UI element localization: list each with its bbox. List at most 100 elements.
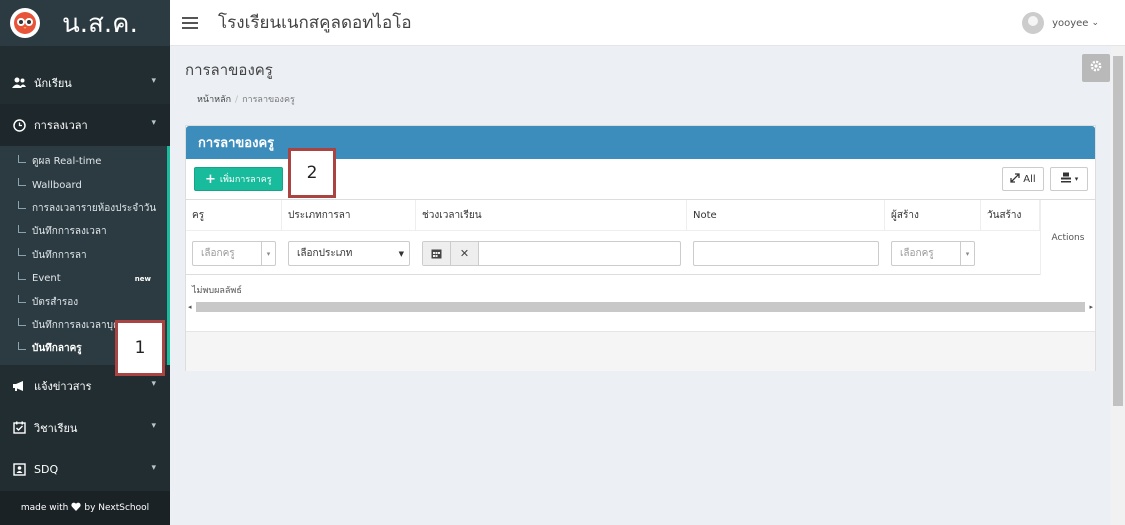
note-filter-input[interactable]: [693, 241, 879, 266]
chevron-down-icon: ▾: [151, 420, 156, 431]
sidebar-menu: นักเรียน ▾ การลงเวลา ▾ ดูผล Real-time Wa…: [0, 62, 170, 491]
subitem-label: บันทึกการลา: [32, 249, 87, 261]
clear-icon[interactable]: ✕: [451, 242, 479, 265]
table-footer: [186, 331, 1095, 371]
sidebar-item-subjects[interactable]: วิชาเรียน ▾: [0, 407, 170, 449]
clock-icon: [12, 118, 26, 132]
add-teacher-leave-button[interactable]: + เพิ่มการลาครู: [194, 167, 283, 191]
sidebar-item-label: แจ้งข่าวสาร: [34, 379, 92, 393]
brand[interactable]: น.ส.ค.: [0, 0, 170, 46]
chevron-down-icon: ▾: [151, 118, 156, 128]
footer-made-with: made with: [20, 503, 69, 513]
column-leave-type[interactable]: ประเภทการลา: [282, 200, 416, 231]
caret-down-icon: ▼: [398, 249, 404, 258]
top-header: โรงเรียนเนกสคูลดอทไอโอ yooyee ⌄: [170, 0, 1125, 46]
creator-filter-placeholder: เลือกครู: [900, 248, 934, 259]
subitem-label: ดูผล Real-time: [32, 156, 102, 168]
scroll-left-icon[interactable]: ◂: [188, 303, 192, 311]
subitem-label: Event: [32, 273, 61, 285]
leave-type-selected: เลือกประเภท: [297, 248, 353, 259]
subitem-leave-log[interactable]: บันทึกการลา: [0, 244, 167, 267]
owl-logo-icon: [10, 8, 40, 38]
page-scroll-thumb[interactable]: [1113, 56, 1123, 406]
sidebar-item-sdq[interactable]: SDQ ▾: [0, 449, 170, 491]
sidebar-footer: made with by NextSchool: [0, 491, 170, 525]
table-horizontal-scrollbar[interactable]: ◂ ▸: [188, 301, 1093, 313]
breadcrumb-separator: /: [235, 95, 239, 105]
tree-branch-icon: [18, 201, 26, 210]
subitem-label: บัตรสำรอง: [32, 296, 79, 308]
table-filter-row: เลือกครู ▾ เลือกประเภท ▼ ✕ เลือกครู ▾: [186, 231, 1095, 275]
date-range-input[interactable]: [479, 242, 680, 265]
subitem-label: บันทึกลาครู: [32, 343, 82, 355]
chevron-down-icon: ▾: [151, 76, 156, 86]
subitem-daily-room[interactable]: การลงเวลารายห้องประจำวัน: [0, 197, 167, 220]
expand-all-button[interactable]: All: [1002, 167, 1044, 191]
settings-button[interactable]: [1082, 54, 1110, 82]
subitem-realtime[interactable]: ดูผล Real-time: [0, 150, 167, 173]
breadcrumb-home[interactable]: หน้าหลัก: [197, 95, 231, 105]
calendar-check-icon: [12, 421, 26, 435]
tree-branch-icon: [18, 318, 26, 327]
caret-down-icon: ▾: [261, 242, 275, 265]
tree-branch-icon: [18, 341, 26, 350]
export-icon: [1060, 172, 1072, 186]
annotation-marker-1: 1: [115, 320, 165, 376]
tree-branch-icon: [18, 271, 26, 280]
sidebar-item-label: นักเรียน: [34, 77, 72, 90]
page-vertical-scrollbar[interactable]: [1111, 46, 1125, 525]
calendar-icon[interactable]: [423, 242, 451, 265]
teacher-filter-placeholder: เลือกครู: [201, 248, 235, 259]
subitem-label: Wallboard: [32, 179, 82, 191]
sidebar-item-label: SDQ: [34, 463, 59, 477]
user-menu[interactable]: yooyee ⌄: [1022, 12, 1099, 34]
column-note[interactable]: Note: [687, 200, 885, 231]
export-button[interactable]: ▾: [1050, 167, 1088, 191]
caret-down-icon: ▾: [960, 242, 974, 265]
username: yooyee: [1052, 17, 1089, 29]
new-badge: new: [134, 274, 151, 283]
column-time-range[interactable]: ช่วงเวลาเรียน: [416, 200, 687, 231]
heart-icon: [71, 502, 81, 514]
subitem-wallboard[interactable]: Wallboard: [0, 173, 167, 196]
sidebar-item-label: การลงเวลา: [34, 119, 88, 132]
scroll-thumb[interactable]: [195, 302, 1086, 312]
column-created-date[interactable]: วันสร้าง: [981, 200, 1040, 231]
hamburger-menu-icon[interactable]: [182, 16, 198, 29]
school-name: โรงเรียนเนกสคูลดอทไอโอ: [218, 13, 412, 33]
column-actions: Actions: [1040, 200, 1095, 275]
all-button-label: All: [1023, 173, 1036, 185]
gear-icon: [1089, 59, 1103, 77]
breadcrumb: หน้าหลัก / การลาของครู: [197, 92, 295, 106]
scroll-right-icon[interactable]: ▸: [1089, 303, 1093, 311]
footer-by: by NextSchool: [84, 503, 150, 513]
date-range-filter: ✕: [422, 241, 681, 266]
creator-filter-select[interactable]: เลือกครู ▾: [891, 241, 975, 266]
id-card-icon: [12, 463, 26, 477]
subitem-spare-card[interactable]: บัตรสำรอง: [0, 290, 167, 313]
sidebar-item-label: วิชาเรียน: [34, 421, 78, 435]
sidebar-item-students[interactable]: นักเรียน ▾: [0, 62, 170, 104]
megaphone-icon: [12, 379, 26, 393]
users-icon: [12, 76, 26, 90]
page-title: การลาของครู: [185, 61, 273, 79]
brand-title: น.ส.ค.: [62, 8, 138, 39]
chevron-down-icon: ▾: [151, 378, 156, 389]
tree-branch-icon: [18, 178, 26, 187]
teacher-filter-select[interactable]: เลือกครู ▾: [192, 241, 276, 266]
column-creator[interactable]: ผู้สร้าง: [885, 200, 981, 231]
annotation-marker-2: 2: [288, 148, 336, 198]
sidebar: น.ส.ค. นักเรียน ▾ การลงเวลา ▾ ดูผล Real-…: [0, 0, 170, 525]
breadcrumb-current: การลาของครู: [242, 95, 295, 105]
subitem-event[interactable]: Event new: [0, 267, 167, 290]
leave-type-filter-select[interactable]: เลือกประเภท ▼: [288, 241, 410, 266]
add-button-label: เพิ่มการลาครู: [219, 175, 272, 185]
leave-table: ครู ประเภทการลา ช่วงเวลาเรียน Note ผู้สร…: [186, 199, 1095, 275]
sidebar-item-time-attendance[interactable]: การลงเวลา ▾: [0, 104, 170, 146]
subitem-attendance-log[interactable]: บันทึกการลงเวลา: [0, 220, 167, 243]
plus-icon: +: [205, 171, 216, 187]
chevron-down-icon: ▾: [151, 462, 156, 473]
column-teacher[interactable]: ครู: [186, 200, 282, 231]
empty-results-text: ไม่พบผลลัพธ์: [192, 286, 242, 296]
tree-branch-icon: [18, 248, 26, 257]
